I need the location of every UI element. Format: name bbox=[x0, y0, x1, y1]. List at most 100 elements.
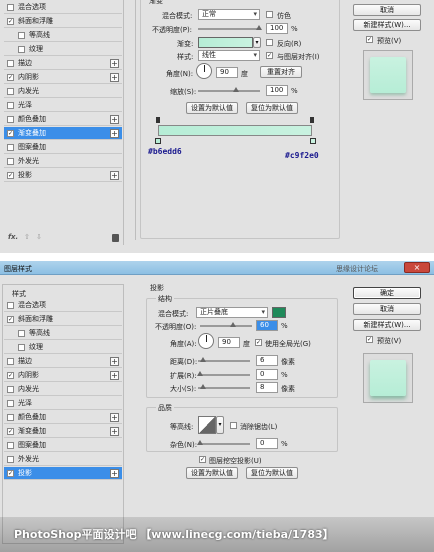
shadow-color-swatch[interactable] bbox=[272, 307, 286, 318]
sidebar-item[interactable]: 混合选项 bbox=[4, 1, 122, 14]
spread-slider[interactable] bbox=[197, 371, 250, 376]
sidebar-checkbox[interactable]: ✓ bbox=[7, 172, 14, 179]
distance-input[interactable]: 6 bbox=[256, 355, 278, 366]
sidebar-checkbox[interactable] bbox=[7, 414, 14, 421]
sidebar-checkbox[interactable] bbox=[7, 144, 14, 151]
sidebar-item[interactable]: 内发光 bbox=[4, 383, 122, 396]
fx-button[interactable]: fx. bbox=[8, 233, 18, 241]
sidebar-item[interactable]: 外发光 bbox=[4, 155, 122, 168]
contour-picker[interactable] bbox=[198, 416, 216, 434]
reset-align-button[interactable]: 重置对齐 bbox=[260, 66, 302, 78]
size-slider[interactable] bbox=[198, 384, 250, 389]
sidebar-item[interactable]: 内发光 bbox=[4, 85, 122, 98]
sidebar-checkbox[interactable] bbox=[7, 400, 14, 407]
sidebar-item[interactable]: 颜色叠加 + bbox=[4, 113, 122, 126]
cancel-button[interactable]: 取消 bbox=[353, 4, 421, 16]
sidebar-checkbox[interactable] bbox=[7, 302, 14, 309]
sidebar-item[interactable]: 纹理 bbox=[4, 43, 122, 56]
reverse-checkbox[interactable] bbox=[266, 39, 273, 46]
gradient-swatch[interactable] bbox=[198, 37, 253, 48]
gradient-stop-left-icon[interactable] bbox=[156, 117, 160, 123]
add-effect-icon[interactable]: + bbox=[110, 427, 119, 436]
sidebar-checkbox[interactable] bbox=[7, 4, 14, 11]
sidebar-item[interactable]: 光泽 bbox=[4, 99, 122, 112]
sidebar-item[interactable]: 图案叠加 bbox=[4, 141, 122, 154]
ok-button[interactable]: 确定 bbox=[353, 287, 421, 299]
size-input[interactable]: 8 bbox=[256, 382, 278, 393]
add-effect-icon[interactable]: + bbox=[110, 129, 119, 138]
sidebar-checkbox[interactable] bbox=[7, 60, 14, 67]
move-up-icon[interactable]: ⇧ bbox=[24, 233, 30, 241]
sidebar-checkbox[interactable]: ✓ bbox=[7, 74, 14, 81]
sidebar-item[interactable]: 等高线 bbox=[4, 327, 122, 340]
opacity-input[interactable]: 100 bbox=[266, 23, 288, 34]
angle-dial[interactable] bbox=[196, 63, 212, 79]
sidebar-checkbox[interactable] bbox=[18, 330, 25, 337]
sidebar-item[interactable]: ✓ 内阴影 + bbox=[4, 71, 122, 84]
styles-header[interactable]: 样式 bbox=[12, 289, 26, 299]
sidebar-checkbox[interactable] bbox=[7, 386, 14, 393]
set-default-button[interactable]: 设置为默认值 bbox=[186, 467, 238, 479]
gradient-bar[interactable] bbox=[158, 125, 312, 136]
cancel-button[interactable]: 取消 bbox=[353, 303, 421, 315]
sidebar-checkbox[interactable] bbox=[7, 158, 14, 165]
sidebar-checkbox[interactable] bbox=[7, 88, 14, 95]
sidebar-item[interactable]: 描边 + bbox=[4, 355, 122, 368]
contour-dropdown[interactable]: ▾ bbox=[216, 416, 224, 434]
sidebar-item[interactable]: ✓ 内阴影 + bbox=[4, 369, 122, 382]
sidebar-item[interactable]: 混合选项 bbox=[4, 299, 122, 312]
opacity-input[interactable]: 60 bbox=[256, 320, 278, 331]
angle-input[interactable]: 90 bbox=[218, 337, 240, 348]
blend-mode-select[interactable]: 正常 bbox=[198, 9, 260, 20]
blend-mode-select[interactable]: 正片叠底 bbox=[196, 307, 268, 318]
sidebar-item[interactable]: ✓ 渐变叠加 + bbox=[4, 425, 122, 438]
sidebar-checkbox[interactable]: ✓ bbox=[7, 372, 14, 379]
gradient-dropdown[interactable]: ▾ bbox=[253, 37, 261, 48]
gradient-stop-right-icon[interactable] bbox=[310, 117, 314, 123]
sidebar-item[interactable]: ✓ 斜面和浮雕 bbox=[4, 15, 122, 28]
sidebar-checkbox[interactable] bbox=[7, 456, 14, 463]
noise-input[interactable]: 0 bbox=[256, 438, 278, 449]
new-style-button[interactable]: 新建样式(W)... bbox=[353, 19, 421, 31]
noise-slider[interactable] bbox=[197, 440, 250, 445]
sidebar-item[interactable]: 光泽 bbox=[4, 397, 122, 410]
add-effect-icon[interactable]: + bbox=[110, 469, 119, 478]
sidebar-item[interactable]: ✓ 投影 + bbox=[4, 467, 122, 480]
sidebar-item[interactable]: ✓ 投影 + bbox=[4, 169, 122, 182]
sidebar-item[interactable]: ✓ 斜面和浮雕 bbox=[4, 313, 122, 326]
sidebar-checkbox[interactable]: ✓ bbox=[7, 130, 14, 137]
align-with-layer-checkbox[interactable]: ✓ bbox=[266, 52, 273, 59]
sidebar-checkbox[interactable] bbox=[7, 116, 14, 123]
preview-checkbox[interactable]: ✓ bbox=[366, 36, 373, 43]
angle-input[interactable]: 90 bbox=[216, 67, 238, 78]
reset-default-button[interactable]: 复位为默认值 bbox=[246, 102, 298, 114]
preview-checkbox[interactable]: ✓ bbox=[366, 336, 373, 343]
sidebar-checkbox[interactable] bbox=[18, 32, 25, 39]
sidebar-checkbox[interactable]: ✓ bbox=[7, 316, 14, 323]
opacity-slider[interactable] bbox=[198, 25, 262, 30]
style-select[interactable]: 线性 bbox=[198, 50, 260, 61]
sidebar-checkbox[interactable]: ✓ bbox=[7, 18, 14, 25]
sidebar-checkbox[interactable] bbox=[7, 102, 14, 109]
sidebar-item[interactable]: 外发光 bbox=[4, 453, 122, 466]
add-effect-icon[interactable]: + bbox=[110, 171, 119, 180]
add-effect-icon[interactable]: + bbox=[110, 73, 119, 82]
color-stop-right-icon[interactable] bbox=[310, 138, 316, 144]
sidebar-checkbox[interactable] bbox=[18, 344, 25, 351]
sidebar-checkbox[interactable] bbox=[18, 46, 25, 53]
trash-icon[interactable] bbox=[112, 234, 119, 242]
add-effect-icon[interactable]: + bbox=[110, 59, 119, 68]
spread-input[interactable]: 0 bbox=[256, 369, 278, 380]
add-effect-icon[interactable]: + bbox=[110, 371, 119, 380]
sidebar-item[interactable]: ✓ 渐变叠加 + bbox=[4, 127, 122, 140]
add-effect-icon[interactable]: + bbox=[110, 357, 119, 366]
opacity-slider[interactable] bbox=[200, 322, 252, 327]
move-down-icon[interactable]: ⇩ bbox=[36, 233, 42, 241]
sidebar-item[interactable]: 等高线 bbox=[4, 29, 122, 42]
new-style-button[interactable]: 新建样式(W)... bbox=[353, 319, 421, 331]
sidebar-checkbox[interactable] bbox=[7, 442, 14, 449]
sidebar-item[interactable]: 纹理 bbox=[4, 341, 122, 354]
sidebar-checkbox[interactable]: ✓ bbox=[7, 428, 14, 435]
sidebar-checkbox[interactable]: ✓ bbox=[7, 470, 14, 477]
sidebar-item[interactable]: 图案叠加 bbox=[4, 439, 122, 452]
